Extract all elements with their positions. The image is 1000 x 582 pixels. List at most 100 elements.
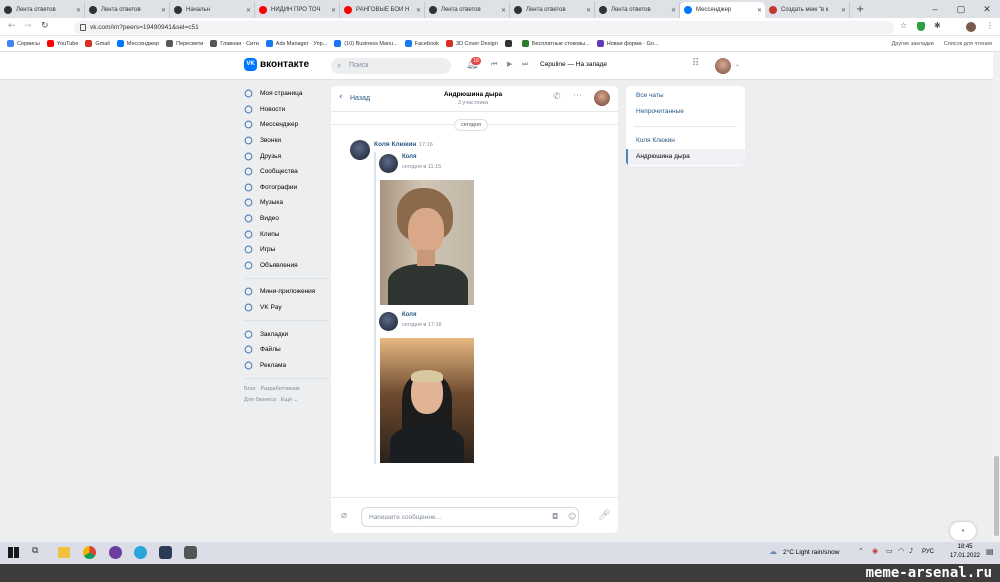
sidebar-item[interactable]: Клипы <box>244 226 329 242</box>
tank-game-icon[interactable] <box>184 546 197 559</box>
windows-start-icon[interactable] <box>8 547 19 558</box>
browser-tab[interactable]: Создать мем "в к ✕ <box>765 2 850 18</box>
message-input[interactable]: Напишите сообщение... ◘ ☺ <box>361 507 579 527</box>
camera-icon[interactable]: ◘ <box>552 512 558 521</box>
bookmark-item[interactable]: (10) Business Manu... <box>334 40 398 47</box>
bookmark-item[interactable] <box>504 40 515 47</box>
chrome-icon[interactable] <box>83 546 96 559</box>
browser-tab[interactable]: Лента ответов ✕ <box>510 2 595 18</box>
notifications-icon[interactable]: ▤ <box>986 547 994 556</box>
bookmark-item[interactable]: Главная · Сити <box>210 40 259 47</box>
browser-tab[interactable]: Лента ответов ✕ <box>425 2 510 18</box>
bookmark-item[interactable]: Новая форма · Go... <box>596 40 658 47</box>
footer-link-business[interactable]: Для бизнеса <box>244 397 276 403</box>
browser-tab[interactable]: Начальн ✕ <box>170 2 255 18</box>
menu-icon[interactable]: ⋮ <box>986 21 994 30</box>
task-view-icon[interactable]: ⧉ <box>32 546 38 556</box>
network-icon[interactable]: ▭ <box>886 547 893 555</box>
sidebar-item[interactable]: Звонки <box>244 133 329 149</box>
chat-title[interactable]: Андрюшина дыра <box>431 91 515 98</box>
minimize-button[interactable]: – <box>922 4 948 14</box>
tab-close-icon[interactable]: ✕ <box>586 7 591 14</box>
player-track-text[interactable]: Cepuline — На западе <box>540 61 607 68</box>
sidebar-item[interactable]: Моя страница <box>244 86 329 102</box>
bookmark-item[interactable]: YouTube <box>46 40 78 47</box>
bookmark-item[interactable]: Пересвети <box>166 40 203 47</box>
tab-close-icon[interactable]: ✕ <box>246 7 251 14</box>
prev-track-icon[interactable]: ⏮ <box>491 60 497 69</box>
reload-icon[interactable]: ↻ <box>41 21 49 31</box>
chat-subtitle[interactable]: 3 участника <box>431 100 515 106</box>
clock-time[interactable]: 18:45 <box>945 544 985 550</box>
bookmark-item[interactable]: Gmail <box>85 40 110 47</box>
bookmark-folder[interactable]: Другие закладки <box>892 41 934 47</box>
next-track-icon[interactable]: ⏭ <box>522 60 528 69</box>
bookmark-item[interactable]: Мессенджер <box>116 40 159 47</box>
bookmark-item[interactable]: Бесплатные стоковы... <box>521 40 590 47</box>
sidebar-item[interactable]: Видео <box>244 211 329 227</box>
sidebar-item[interactable]: Объявления <box>244 258 329 274</box>
sidebar-item[interactable]: Друзья <box>244 148 329 164</box>
tab-close-icon[interactable]: ✕ <box>161 7 166 14</box>
sender-name[interactable]: Коля Клюкин <box>374 141 416 148</box>
sidebar-item[interactable]: Сообщества <box>244 164 329 180</box>
more-icon[interactable]: ⋯ <box>573 91 582 101</box>
sidebar-item[interactable]: Закладки <box>244 326 329 342</box>
browser-tab[interactable]: РАНГОВЫЕ БОИ Н ✕ <box>340 2 425 18</box>
search-input[interactable]: ⌕ Поиск <box>331 58 451 74</box>
tab-close-icon[interactable]: ✕ <box>671 7 676 14</box>
sidebar-item[interactable]: VK Pay <box>244 300 329 316</box>
bookmark-item[interactable]: Ads Manager · Упр... <box>265 40 327 47</box>
telegram-icon[interactable] <box>134 546 147 559</box>
sidebar-item[interactable]: Мессенджер <box>244 117 329 133</box>
page-scrollbar[interactable] <box>993 52 1000 542</box>
clock-date[interactable]: 17.01.2022 <box>940 553 990 559</box>
sidebar-item[interactable]: Фотографии <box>244 180 329 196</box>
sidebar-item[interactable]: Файлы <box>244 342 329 358</box>
tab-close-icon[interactable]: ✕ <box>76 7 81 14</box>
photo-attachment[interactable] <box>380 180 474 305</box>
new-tab-button[interactable]: + <box>856 4 864 15</box>
phone-icon[interactable]: ✆ <box>553 92 561 102</box>
language-indicator[interactable]: РУС <box>922 549 934 555</box>
back-chevron-icon[interactable]: ‹ <box>339 92 343 102</box>
user-avatar[interactable] <box>715 58 731 74</box>
bookmark-item[interactable]: 3D Cover Design <box>445 40 498 47</box>
scroll-thumb[interactable] <box>994 456 999 536</box>
footer-link-dev[interactable]: Разработчикам <box>260 386 299 392</box>
sender-avatar[interactable] <box>350 140 370 160</box>
url-field[interactable]: vk.com/im?peers=19490941&sel=c51 <box>74 21 894 34</box>
tab-close-icon[interactable]: ✕ <box>757 7 762 14</box>
bookmark-folder[interactable]: Список для чтения <box>944 41 992 47</box>
maximize-button[interactable]: ▢ <box>948 4 974 15</box>
photo-attachment[interactable] <box>380 338 474 463</box>
sidebar-item[interactable]: Мини-приложения <box>244 284 329 300</box>
forward-avatar[interactable] <box>379 312 398 331</box>
browser-tab[interactable]: Лента ответов ✕ <box>0 2 85 18</box>
forward-icon[interactable]: → <box>24 21 32 31</box>
back-icon[interactable]: ← <box>8 21 16 31</box>
sidebar-item[interactable]: Музыка <box>244 195 329 211</box>
microphone-icon[interactable]: 🎤︎ <box>598 510 611 521</box>
shield-extension-icon[interactable] <box>917 22 925 31</box>
game-launcher-icon[interactable] <box>159 546 172 559</box>
forward-sender-name[interactable]: Коля <box>402 154 417 160</box>
bookmark-item[interactable]: Facebook <box>404 40 439 47</box>
wifi-icon[interactable]: ◠ <box>898 547 904 555</box>
tray-up-icon[interactable]: ⌃ <box>858 547 864 555</box>
file-explorer-icon[interactable] <box>58 547 70 558</box>
sidebar-item[interactable]: Новости <box>244 102 329 118</box>
star-icon[interactable]: ☆ <box>900 21 907 30</box>
filter-active-chat[interactable]: Андрюшина дыра <box>626 149 745 165</box>
play-icon[interactable]: ▶ <box>507 60 512 68</box>
footer-link-blog[interactable]: Блог <box>244 386 256 392</box>
tab-close-icon[interactable]: ✕ <box>416 7 421 14</box>
filter-person-chat[interactable]: Коля Клюкин <box>626 133 745 149</box>
volume-icon[interactable]: ♪ <box>909 547 913 555</box>
forward-avatar[interactable] <box>379 154 398 173</box>
browser-tab[interactable]: НИДИН ПРО ТОЧ ✕ <box>255 2 340 18</box>
filter-all-chats[interactable]: Все чаты <box>626 88 745 104</box>
vk-logo[interactable]: VK вконтакте <box>244 58 309 71</box>
tab-close-icon[interactable]: ✕ <box>501 7 506 14</box>
messenger-app-icon[interactable] <box>109 546 122 559</box>
